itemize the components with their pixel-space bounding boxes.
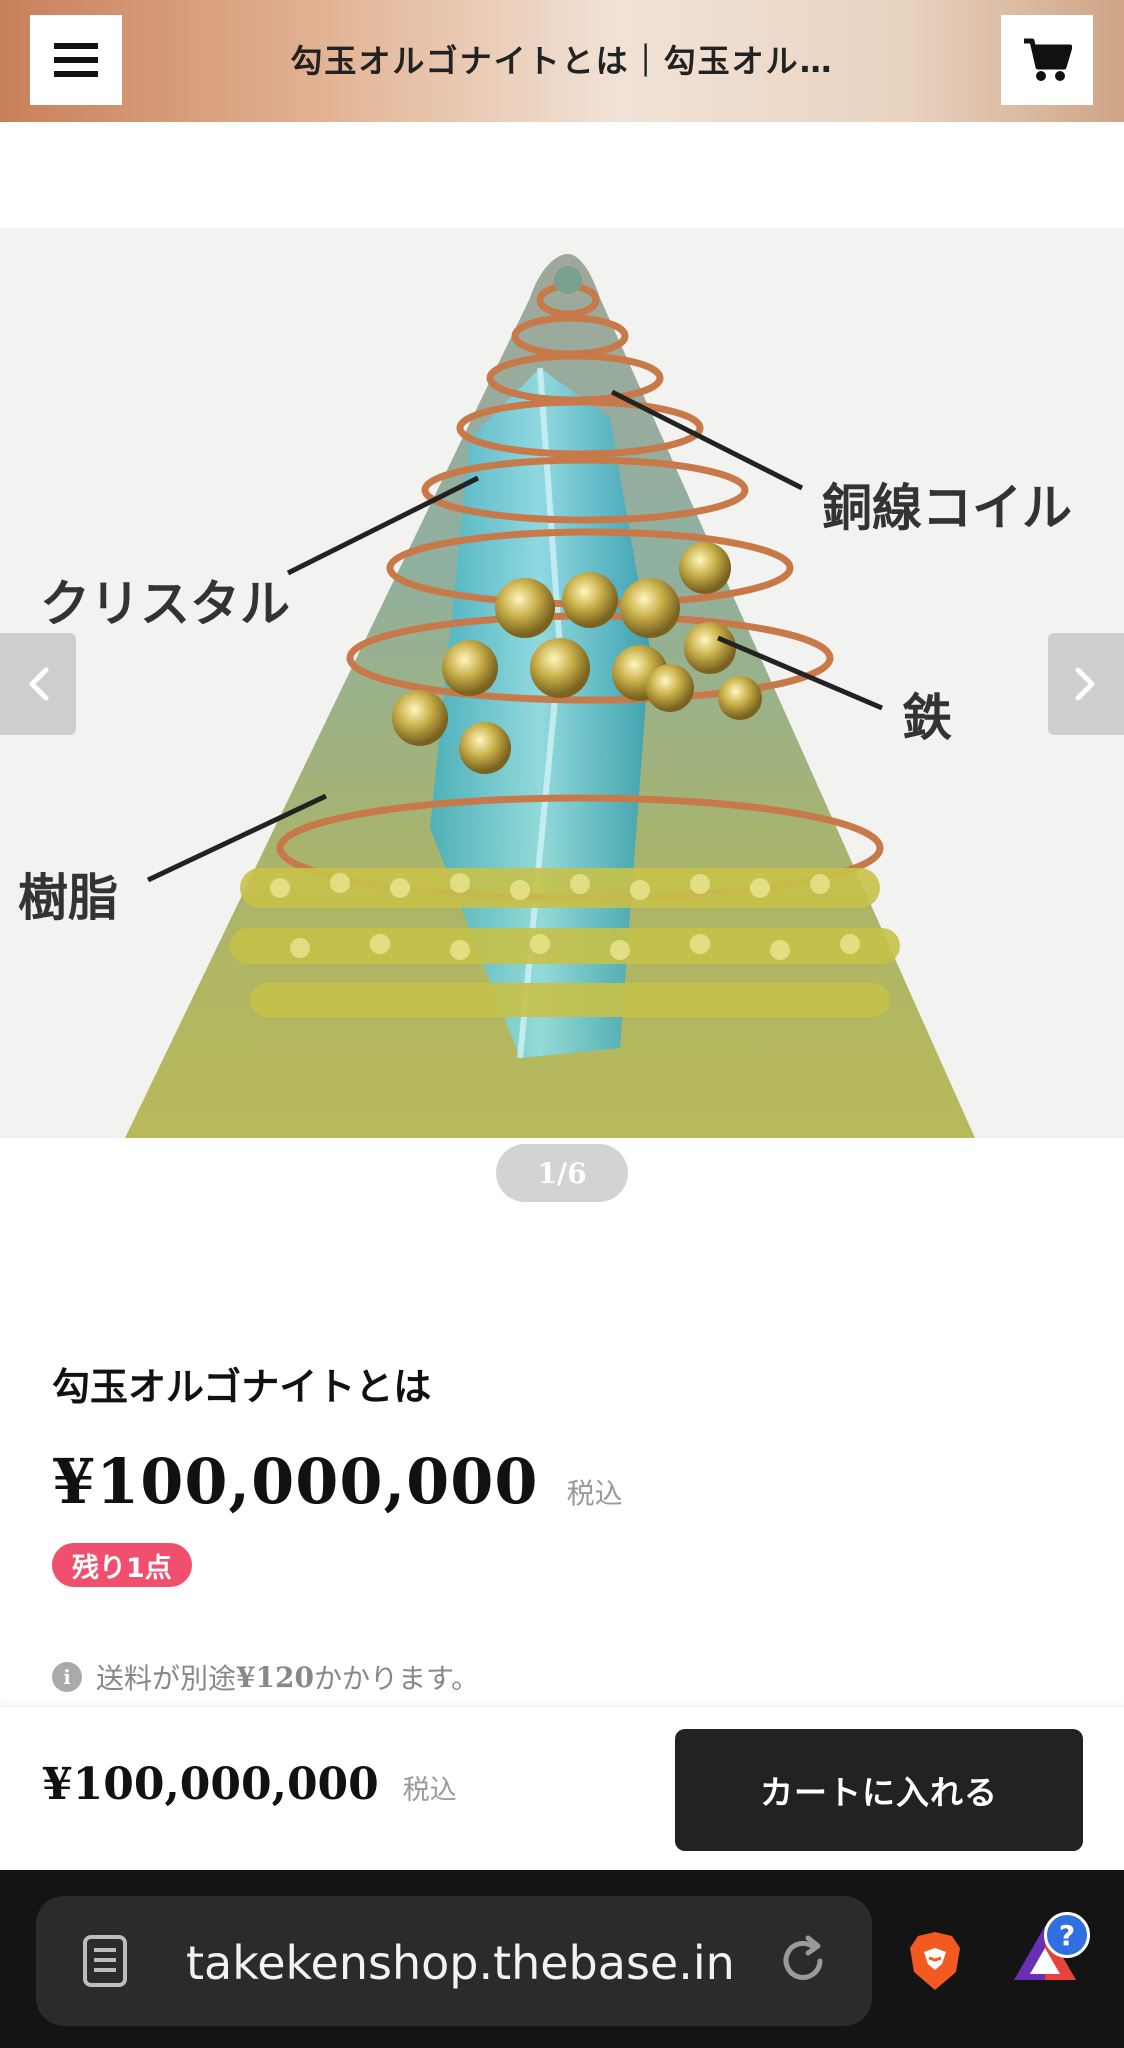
product-image-slider[interactable]: 銅線コイル クリスタル 鉄 樹脂 <box>0 228 1124 1138</box>
info-icon: i <box>52 1662 82 1692</box>
slider-counter: 1/6 <box>496 1144 628 1202</box>
shipping-suffix: かかります。 <box>313 1662 480 1695</box>
label-copper-coil: 銅線コイル <box>822 479 1072 537</box>
menu-button[interactable] <box>30 15 122 105</box>
browser-toolbar: takekenshop.thebase.in ? <box>0 1870 1124 2048</box>
shopping-cart-icon <box>1024 38 1072 81</box>
slider-next-button[interactable] <box>1048 633 1124 735</box>
url-text[interactable]: takekenshop.thebase.in <box>186 1936 735 1990</box>
help-badge[interactable]: ? <box>1044 1912 1090 1958</box>
shipping-prefix: 送料が別途 <box>96 1662 237 1695</box>
page-title: 勾玉オルゴナイトとは｜勾玉オル… <box>290 42 834 80</box>
cart-button[interactable] <box>1001 15 1093 105</box>
tax-label: 税込 <box>566 1477 623 1510</box>
buybar-price-row: ¥100,000,000 税込 <box>42 1759 457 1810</box>
brave-shields-icon[interactable] <box>906 1930 964 1992</box>
reload-icon[interactable] <box>776 1934 830 1988</box>
label-crystal: クリスタル <box>40 575 290 633</box>
purchase-bar: ¥100,000,000 税込 カートに入れる <box>0 1706 1124 1870</box>
orgonite-pyramid-image <box>0 228 1124 1138</box>
label-iron: 鉄 <box>902 689 952 747</box>
site-header: 勾玉オルゴナイトとは｜勾玉オル… <box>0 0 1124 122</box>
chevron-right-icon <box>1075 667 1095 701</box>
buybar-tax-label: 税込 <box>402 1775 457 1806</box>
label-resin: 樹脂 <box>18 869 118 927</box>
reader-mode-icon[interactable] <box>80 1934 130 1988</box>
add-to-cart-button[interactable]: カートに入れる <box>675 1729 1083 1851</box>
product-title: 勾玉オルゴナイトとは <box>52 1365 432 1409</box>
price-row: ¥100,000,000 税込 <box>52 1445 623 1518</box>
slider-prev-button[interactable] <box>0 633 76 735</box>
hamburger-menu-icon <box>54 43 98 77</box>
shipping-note: i 送料が別途 ¥120 かかります。 <box>52 1657 479 1697</box>
address-bar[interactable]: takekenshop.thebase.in <box>36 1896 872 2026</box>
shipping-fee: ¥120 <box>236 1660 314 1694</box>
stock-badge: 残り1点 <box>52 1543 192 1587</box>
chevron-left-icon <box>29 667 49 701</box>
product-price: ¥100,000,000 <box>52 1445 539 1518</box>
buybar-price: ¥100,000,000 <box>42 1759 379 1810</box>
